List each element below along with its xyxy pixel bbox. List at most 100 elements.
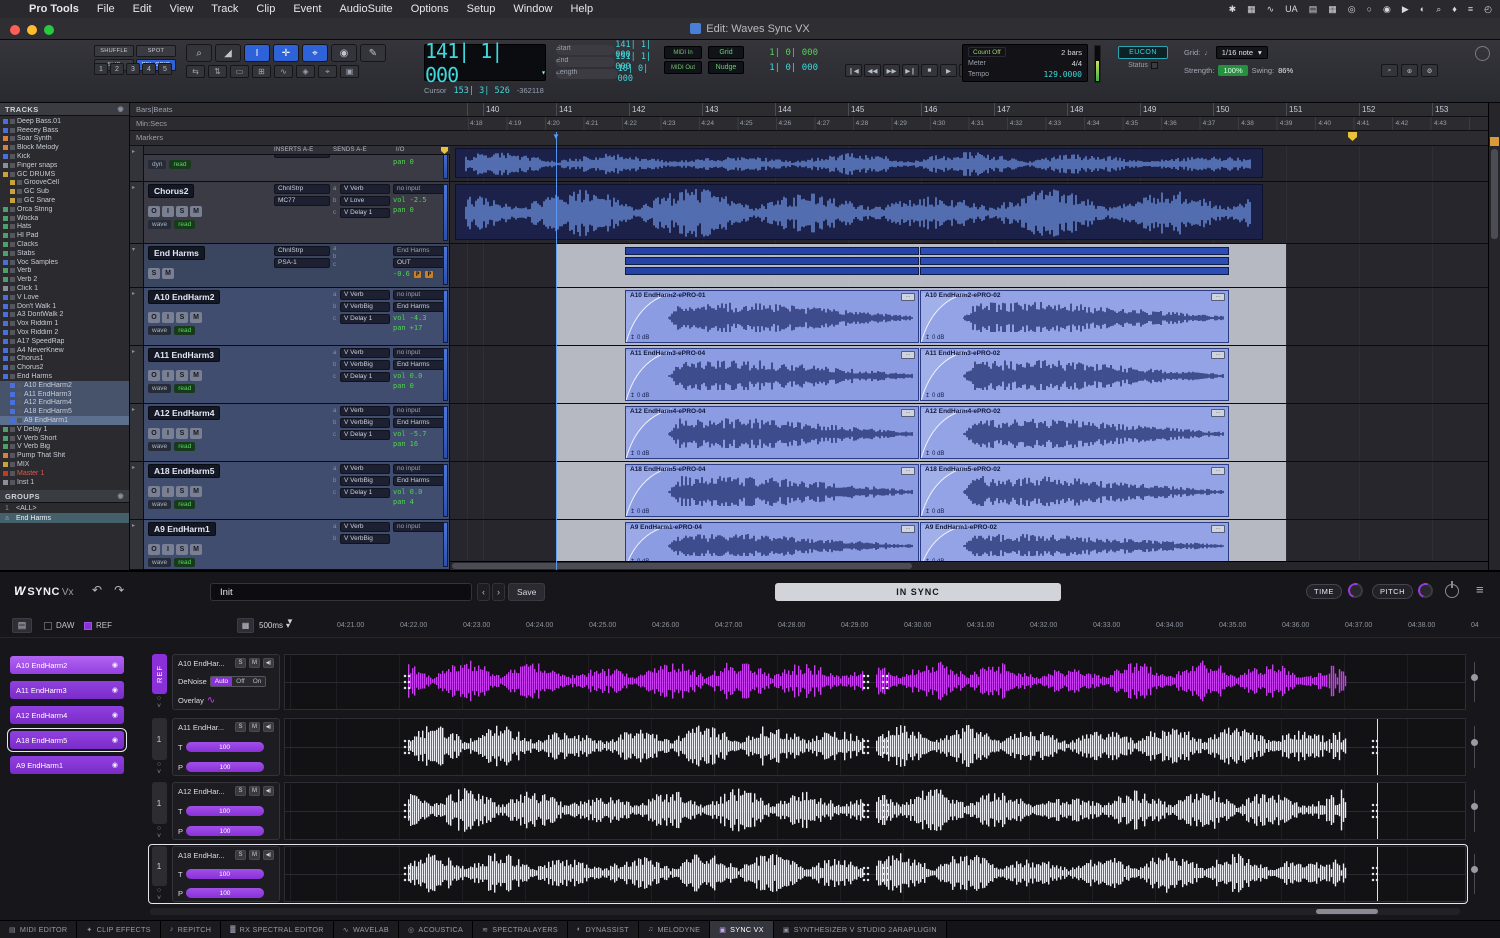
sync-waveform-lane[interactable] — [284, 718, 1466, 776]
track-list-item[interactable]: HI Pad — [0, 231, 129, 240]
menu-item[interactable]: Event — [284, 3, 330, 15]
audio-clip[interactable] — [455, 184, 1263, 240]
pan-readout[interactable]: pan16 — [393, 440, 445, 448]
target-icon[interactable]: ⊕ — [1401, 64, 1418, 77]
plugin-track-list-item[interactable]: A18 EndHarm5◉ — [10, 731, 124, 749]
audio-clip[interactable]: A10 EndHarm2-ePRO-02⋯↥0 dB — [920, 290, 1229, 343]
strength-value[interactable]: 100% — [1218, 65, 1247, 76]
menu-item[interactable]: Edit — [124, 3, 161, 15]
end-button[interactable]: ▶❙ — [902, 64, 919, 77]
sync-anchor-handle[interactable] — [881, 738, 889, 756]
sync-track-row[interactable]: 1○˅A18 EndHar...SM◀)T100P100 — [150, 846, 1466, 902]
cloud-icon[interactable]: ○ — [1367, 4, 1372, 14]
play-icon[interactable]: ▶ — [1402, 4, 1409, 15]
track-list-item[interactable]: GC Snare — [0, 196, 129, 205]
track-view-selector[interactable]: wave — [148, 558, 171, 567]
io-slot[interactable]: no input — [393, 348, 445, 358]
plugin-menu-icon[interactable]: ≡ — [1476, 582, 1484, 597]
send-slot[interactable]: V VerbBig — [340, 476, 390, 486]
clip-gain-icon[interactable]: ⋯ — [1211, 467, 1225, 475]
track-lane[interactable] — [450, 244, 1488, 287]
clip-gain-readout[interactable]: ↥0 dB — [925, 508, 944, 515]
track-list-item[interactable]: GC DRUMS — [0, 170, 129, 179]
clip-gain-readout[interactable]: ↥0 dB — [925, 450, 944, 457]
daw-toggle[interactable]: DAW — [44, 621, 74, 630]
eye-icon[interactable]: ◉ — [112, 661, 118, 669]
track-list-item[interactable]: A4 NeverKnew — [0, 346, 129, 355]
audio-clip[interactable]: A11 EndHarm3-ePRO-02⋯↥0 dB — [920, 348, 1229, 401]
send-slot[interactable]: V Verb — [340, 464, 390, 474]
panel-menu-icon[interactable]: ◉ — [117, 492, 124, 500]
track-collapse-icon[interactable]: ▸ — [130, 520, 144, 569]
nudge-value-button[interactable]: Nudge — [708, 61, 744, 74]
rewind-button[interactable]: ◀◀ — [864, 64, 881, 77]
insert-slot[interactable]: ChnlStrp — [274, 246, 330, 256]
track-list-item[interactable]: Verb — [0, 267, 129, 276]
track-s-button[interactable]: S — [176, 370, 188, 381]
track-m-button[interactable]: M — [190, 486, 202, 497]
chevron-down-icon[interactable]: ˅ — [157, 896, 161, 902]
camera-icon[interactable]: ◉ — [1383, 4, 1391, 15]
track-i-button[interactable]: I — [162, 206, 174, 217]
track-list-item[interactable]: A9 EndHarm1 — [0, 416, 129, 425]
grid-resolution-select[interactable]: 1/16 note▾ — [1216, 46, 1268, 59]
io-slot[interactable]: End Harms — [393, 360, 445, 370]
tab-synthesizer-v[interactable]: ▣ SYNTHESIZER V STUDIO 2ARAPLUGIN — [774, 921, 947, 938]
sync-anchor-handle[interactable] — [403, 738, 411, 756]
track-view-selector[interactable]: wave — [148, 326, 171, 335]
io-slot[interactable]: no input — [393, 290, 445, 300]
track-m-button[interactable]: M — [190, 544, 202, 555]
checkbox-icon[interactable] — [44, 622, 52, 630]
grid-view-icon[interactable]: ▦ — [237, 618, 254, 633]
language-badge[interactable]: UA — [1285, 4, 1298, 14]
track-i-button[interactable]: I — [162, 486, 174, 497]
send-slot[interactable]: V VerbBig — [340, 534, 390, 544]
scroll-thumb[interactable] — [452, 563, 912, 569]
link-selection-icon[interactable]: ⇅ — [208, 65, 227, 78]
send-slot[interactable]: V Love — [340, 196, 390, 206]
tracks-panel-header[interactable]: TRACKS◉ — [0, 103, 129, 116]
track-list-item[interactable]: Soar Synth — [0, 135, 129, 144]
speaker-icon[interactable]: ◀) — [263, 850, 274, 860]
volume-readout[interactable]: vol-4.3 — [393, 314, 445, 322]
track-m-button[interactable]: M — [162, 268, 174, 279]
track-collapse-icon[interactable]: ▸ — [130, 462, 144, 519]
io-slot[interactable]: End Harms — [393, 246, 445, 256]
track-list-item[interactable]: End Harms — [0, 372, 129, 381]
track-lane[interactable] — [450, 182, 1488, 243]
sync-track-row[interactable]: 1○˅A12 EndHar...SM◀)T100P100 — [150, 782, 1466, 840]
track-list-item[interactable]: Verb 2 — [0, 275, 129, 284]
send-slot[interactable]: V VerbBig — [340, 302, 390, 312]
track-list-item[interactable]: A3 DontWalk 2 — [0, 311, 129, 320]
lane-zoom-slider[interactable] — [1471, 854, 1479, 894]
group-clip-bar[interactable] — [920, 257, 1229, 265]
control-center-icon[interactable]: ≡ — [1468, 4, 1473, 14]
rtz-button[interactable]: ❙◀ — [845, 64, 862, 77]
track-list-item[interactable]: Chorus2 — [0, 363, 129, 372]
volume-readout[interactable]: vol-2.5 — [393, 196, 445, 204]
shuffle-mode-button[interactable]: SHUFFLE — [94, 45, 134, 57]
menu-item[interactable]: Track — [202, 3, 247, 15]
pan-readout[interactable]: pan+17 — [393, 324, 445, 332]
audio-clip[interactable]: A18 EndHarm5-ePRO-02⋯↥0 dB — [920, 464, 1229, 517]
checkbox-icon[interactable] — [84, 622, 92, 630]
ruler-row[interactable]: Min:Secs4:184:194:204:214:224:234:244:25… — [130, 117, 1488, 131]
preset-field[interactable]: Init — [210, 583, 472, 601]
time-knob[interactable] — [1346, 581, 1366, 601]
mirror-midi-icon[interactable]: ◈ — [296, 65, 315, 78]
t-slider[interactable]: 100 — [186, 742, 264, 752]
pan-badge[interactable]: P — [414, 271, 422, 278]
send-slot[interactable]: V Verb — [340, 184, 390, 194]
midi-out-indicator[interactable]: MIDI Out — [664, 61, 702, 74]
tiles-icon[interactable]: ▦ — [1247, 4, 1256, 15]
group-clip-bar[interactable] — [920, 267, 1229, 275]
io-slot[interactable]: no input — [393, 184, 445, 194]
playhead[interactable] — [556, 132, 557, 570]
io-slot[interactable]: End Harms — [393, 302, 445, 312]
clip-gain-readout[interactable]: ↥0 dB — [630, 508, 649, 515]
track-i-button[interactable]: I — [162, 312, 174, 323]
close-icon[interactable] — [10, 25, 20, 35]
tab-melodyne[interactable]: ♫ MELODYNE — [639, 921, 710, 938]
track-view-selector[interactable]: wave — [148, 384, 171, 393]
track-list-item[interactable]: Vox Riddim 2 — [0, 328, 129, 337]
